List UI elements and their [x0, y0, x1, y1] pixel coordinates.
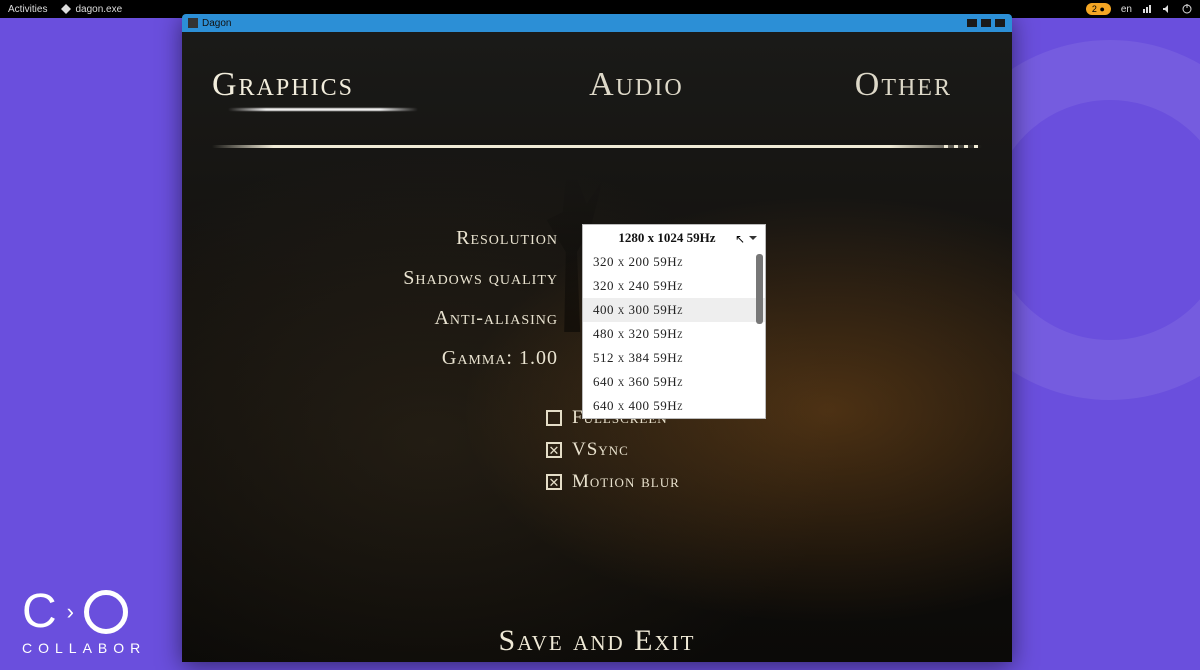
- logo-arrow-icon: ›: [67, 599, 74, 625]
- network-icon[interactable]: [1142, 4, 1152, 14]
- vsync-checkbox[interactable]: VSync: [546, 434, 1012, 466]
- vsync-label: VSync: [572, 439, 629, 461]
- resolution-option[interactable]: 640 x 400 59Hz: [583, 394, 765, 418]
- keyboard-layout-indicator[interactable]: en: [1121, 4, 1132, 15]
- window-close-button[interactable]: [994, 18, 1006, 28]
- resolution-option[interactable]: 480 x 320 59Hz: [583, 322, 765, 346]
- activities-button[interactable]: Activities: [8, 4, 47, 15]
- motion-blur-checkbox[interactable]: Motion blur: [546, 466, 1012, 498]
- game-settings-screen: Graphics Audio Other Resolution 1280 x 1…: [182, 32, 1012, 662]
- graphics-settings: Resolution 1280 x 1024 59Hz ↖ 320 x 200 …: [182, 218, 1012, 378]
- checkbox-box: [546, 410, 562, 426]
- resolution-options[interactable]: 320 x 200 59Hz 320 x 240 59Hz 400 x 300 …: [582, 250, 766, 419]
- app-icon: [188, 18, 198, 28]
- settings-tabs: Graphics Audio Other: [182, 32, 1012, 111]
- resolution-option[interactable]: 320 x 200 59Hz: [583, 250, 765, 274]
- resolution-option[interactable]: 320 x 240 59Hz: [583, 274, 765, 298]
- topbar-app[interactable]: dagon.exe: [61, 4, 122, 15]
- collabora-logo: C › COLLABOR: [22, 588, 146, 656]
- checkbox-box: [546, 442, 562, 458]
- diamond-icon: [61, 4, 71, 14]
- tab-other[interactable]: Other: [855, 66, 952, 111]
- resolution-option[interactable]: 512 x 384 59Hz: [583, 346, 765, 370]
- power-icon[interactable]: [1182, 4, 1192, 14]
- logo-o-glyph: [84, 590, 128, 634]
- tab-audio[interactable]: Audio: [589, 66, 684, 111]
- checkbox-box: [546, 474, 562, 490]
- shadows-quality-label: Shadows quality: [242, 267, 582, 290]
- logo-c-glyph: C: [22, 588, 57, 636]
- tab-underline: [228, 108, 418, 111]
- anti-aliasing-label: Anti-aliasing: [242, 307, 582, 330]
- logo-text: COLLABOR: [22, 640, 146, 656]
- cursor-icon: ↖: [735, 232, 745, 247]
- notification-pill[interactable]: 2 ●: [1086, 3, 1111, 15]
- tab-graphics[interactable]: Graphics: [212, 66, 418, 104]
- chevron-down-icon: [747, 231, 759, 249]
- volume-icon[interactable]: [1162, 4, 1172, 14]
- divider: [212, 145, 982, 148]
- resolution-option[interactable]: 400 x 300 59Hz: [583, 298, 765, 322]
- window-title: Dagon: [202, 18, 231, 29]
- resolution-dropdown[interactable]: 1280 x 1024 59Hz ↖: [582, 224, 766, 252]
- window-maximize-button[interactable]: [980, 18, 992, 28]
- app-window: Dagon Graphics Audio Other Resolution 12…: [182, 14, 1012, 662]
- resolution-label: Resolution: [242, 227, 582, 250]
- window-minimize-button[interactable]: [966, 18, 978, 28]
- gamma-label: Gamma: 1.00: [242, 347, 582, 370]
- motion-blur-label: Motion blur: [572, 471, 680, 493]
- save-and-exit-button[interactable]: Save and Exit: [182, 624, 1012, 658]
- window-titlebar[interactable]: Dagon: [182, 14, 1012, 32]
- resolution-option[interactable]: 640 x 360 59Hz: [583, 370, 765, 394]
- topbar-app-name: dagon.exe: [75, 4, 122, 15]
